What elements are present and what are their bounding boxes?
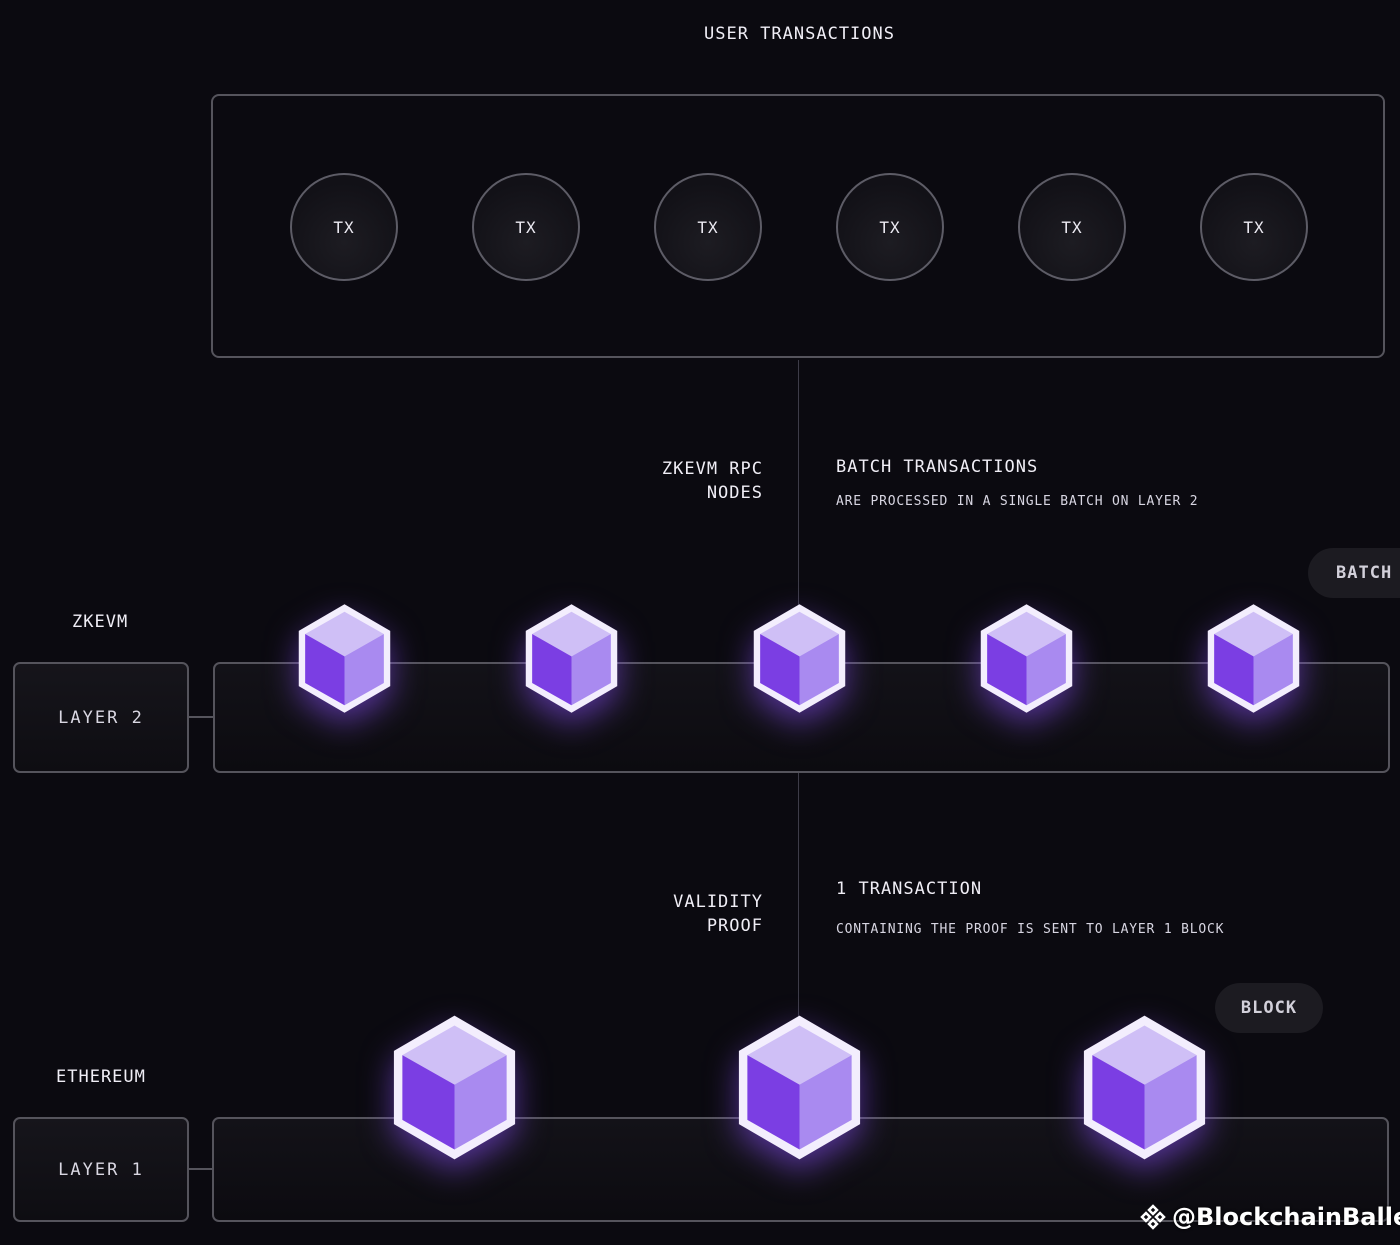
block-cube (384, 1010, 525, 1165)
one-transaction-subtext: CONTAINING THE PROOF IS SENT TO LAYER 1 … (836, 922, 1225, 937)
validity-proof-label-line1: VALIDITY (673, 892, 763, 912)
tx-node: TX (836, 173, 944, 281)
block-pill: BLOCK (1215, 983, 1323, 1033)
validity-proof-label-line2: PROOF (706, 916, 763, 936)
flow-line-bottom (798, 773, 799, 1018)
zkevm-label: ZKEVM (72, 612, 129, 632)
block-cube (729, 1010, 870, 1165)
tx-node: TX (290, 173, 398, 281)
tx-label: TX (879, 217, 901, 237)
batch-cube (746, 600, 853, 717)
tx-label: TX (1061, 217, 1083, 237)
batch-transactions-heading: BATCH TRANSACTIONS (836, 457, 1039, 477)
rpc-nodes-label-line1: ZKEVM RPC (661, 459, 763, 479)
watermark-text: @BlockchainBaller (1172, 1203, 1400, 1231)
rpc-nodes-label-line2: NODES (706, 483, 763, 503)
user-transactions-title: USER TRANSACTIONS (704, 24, 895, 44)
batch-cube (1200, 600, 1307, 717)
batch-cube (291, 600, 398, 717)
tx-label: TX (333, 217, 355, 237)
batch-cube (518, 600, 625, 717)
batch-transactions-subtext: ARE PROCESSED IN A SINGLE BATCH ON LAYER… (836, 494, 1199, 509)
rpc-nodes-label: ZKEVM RPC NODES (600, 457, 763, 505)
layer-2-label: LAYER 2 (58, 707, 144, 728)
tx-node: TX (1018, 173, 1126, 281)
layer-1-label-box: LAYER 1 (13, 1117, 189, 1222)
layer-2-label-box: LAYER 2 (13, 662, 189, 773)
validity-proof-label: VALIDITY PROOF (600, 890, 763, 938)
layer-1-label: LAYER 1 (58, 1159, 144, 1180)
tx-label: TX (1243, 217, 1265, 237)
layer-2-connector (189, 716, 214, 718)
binance-logo-icon (1140, 1204, 1166, 1230)
tx-label: TX (515, 217, 537, 237)
ethereum-label: ETHEREUM (56, 1067, 146, 1087)
batch-cube (973, 600, 1080, 717)
tx-node: TX (1200, 173, 1308, 281)
one-transaction-heading: 1 TRANSACTION (836, 879, 983, 899)
layer-1-connector (189, 1168, 213, 1170)
watermark: @BlockchainBaller (1140, 1203, 1400, 1231)
batch-pill: BATCH (1308, 548, 1400, 598)
block-cube (1074, 1010, 1215, 1165)
tx-node: TX (472, 173, 580, 281)
tx-node: TX (654, 173, 762, 281)
tx-label: TX (697, 217, 719, 237)
